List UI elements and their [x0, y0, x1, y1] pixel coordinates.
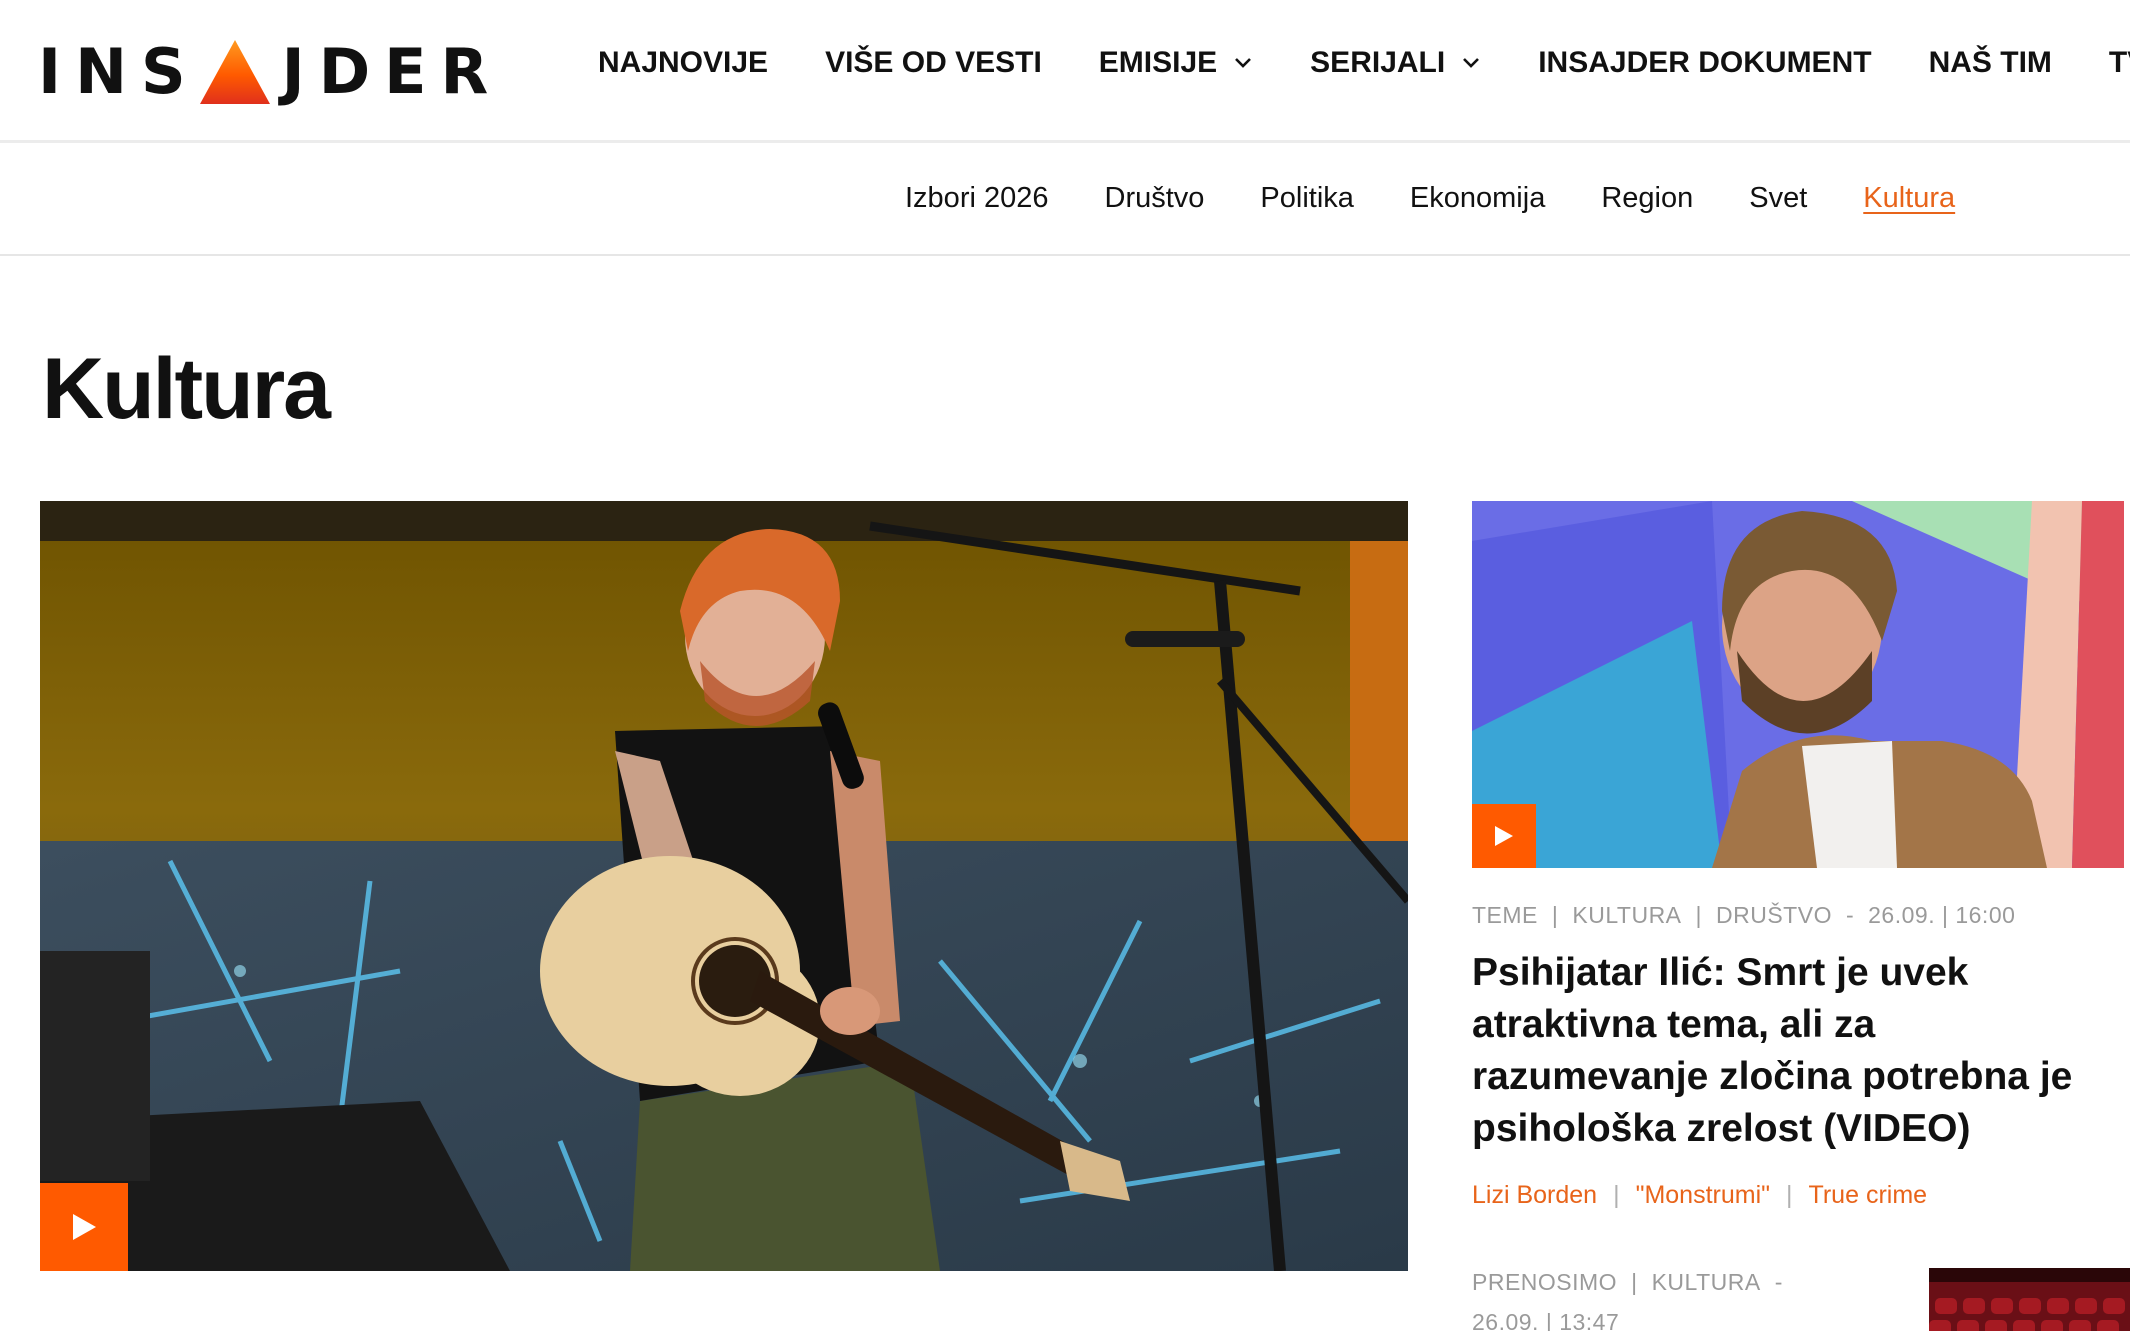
nav-item-emisije[interactable]: EMISIJE — [1099, 46, 1253, 80]
meta-separator: - — [1774, 1269, 1783, 1295]
second-article-photo — [1929, 1268, 2130, 1331]
side-play-button[interactable] — [1472, 804, 1536, 868]
meta-tag-prenosimo[interactable]: PRENOSIMO — [1472, 1269, 1617, 1295]
logo-text-right: JDER — [281, 35, 503, 108]
nav-label: SERIJALI — [1310, 46, 1446, 79]
nav-item-vise-od-vesti[interactable]: VIŠE OD VESTI — [825, 46, 1042, 80]
meta-tag-kultura[interactable]: KULTURA — [1572, 902, 1681, 928]
nav-item-serijali[interactable]: SERIJALI — [1310, 46, 1481, 80]
side-article-image[interactable] — [1472, 501, 2124, 868]
chevron-down-icon — [1463, 58, 1480, 68]
main-navigation: NAJNOVIJE VIŠE OD VESTI EMISIJE SERIJALI… — [598, 46, 2130, 80]
tag-separator: | — [1786, 1181, 1793, 1209]
meta-separator: | — [1695, 902, 1703, 928]
second-article-date: 26.09. | 13:47 — [1472, 1309, 1620, 1331]
meta-tag-teme[interactable]: TEME — [1472, 902, 1538, 928]
hero-play-button[interactable] — [40, 1183, 128, 1271]
logo-text-left: INS — [38, 35, 200, 108]
play-icon — [73, 1214, 96, 1240]
subnav-item-drustvo[interactable]: Društvo — [1105, 182, 1205, 215]
nav-label: EMISIJE — [1098, 46, 1218, 79]
category-subnav: Izbori 2026 Društvo Politika Ekonomija R… — [0, 146, 2130, 256]
play-icon — [1495, 826, 1513, 846]
side-article-card: TEME | KULTURA | DRUŠTVO -26.09. | 16:00 Psih… — [1472, 501, 2124, 1210]
nav-item-insajder-dokument[interactable]: INSAJDER DOKUMENT — [1538, 46, 1871, 80]
second-article-card: PRENOSIMO | KULTURA - 26.09. | 13:47 — [1472, 1262, 2130, 1331]
nav-label: INSAJDER DOKUMENT — [1538, 46, 1872, 79]
nav-label: VIŠE OD VESTI — [825, 46, 1042, 79]
tag-monstrumi[interactable]: "Monstrumi" — [1636, 1181, 1770, 1209]
site-header: INS JDER NAJNOVIJE VIŠE OD VESTI EMISIJE… — [0, 0, 2130, 143]
subnav-item-politika[interactable]: Politika — [1260, 182, 1354, 215]
nav-label: NAJNOVIJE — [598, 46, 769, 79]
meta-separator: - — [1845, 902, 1855, 928]
nav-item-nas-tim[interactable]: NAŠ TIM — [1929, 46, 2052, 80]
subnav-item-region[interactable]: Region — [1601, 182, 1693, 215]
side-article-date: 26.09. | 16:00 — [1868, 902, 2016, 928]
side-article-photo — [1472, 501, 2124, 868]
second-article-image[interactable] — [1929, 1268, 2130, 1331]
chevron-down-icon — [1235, 58, 1252, 68]
hero-article-image[interactable] — [40, 501, 1408, 1271]
side-article-tags: Lizi Borden | "Monstrumi" | True crime — [1472, 1181, 2124, 1210]
side-article-headline[interactable]: Psihijatar Ilić: Smrt je uvek atraktivna… — [1472, 947, 2112, 1155]
nav-label: NAŠ TIM — [1928, 46, 2052, 79]
logo-triangle-icon — [199, 40, 270, 104]
site-logo[interactable]: INS JDER — [38, 36, 502, 108]
nav-item-najnovije[interactable]: NAJNOVIJE — [598, 46, 768, 80]
side-article-meta: TEME | KULTURA | DRUŠTVO -26.09. | 16:00 — [1472, 902, 2124, 929]
tag-separator: | — [1613, 1181, 1620, 1209]
nav-label: TV N — [2108, 46, 2130, 79]
meta-tag-drustvo[interactable]: DRUŠTVO — [1716, 902, 1832, 928]
nav-item-tv-n[interactable]: TV N — [2109, 46, 2130, 80]
tag-lizi-borden[interactable]: Lizi Borden — [1472, 1181, 1597, 1209]
subnav-item-svet[interactable]: Svet — [1749, 182, 1807, 215]
tag-true-crime[interactable]: True crime — [1809, 1181, 1928, 1209]
second-article-meta: PRENOSIMO | KULTURA - 26.09. | 13:47 — [1472, 1262, 1802, 1331]
page-title: Kultura — [42, 341, 331, 437]
meta-separator: | — [1631, 1269, 1638, 1295]
meta-tag-kultura[interactable]: KULTURA — [1652, 1269, 1761, 1295]
hero-photo-concert — [40, 501, 1408, 1271]
subnav-item-izbori-2026[interactable]: Izbori 2026 — [905, 182, 1049, 215]
meta-separator: | — [1551, 902, 1559, 928]
subnav-item-ekonomija[interactable]: Ekonomija — [1410, 182, 1545, 215]
subnav-item-kultura[interactable]: Kultura — [1863, 182, 1955, 215]
